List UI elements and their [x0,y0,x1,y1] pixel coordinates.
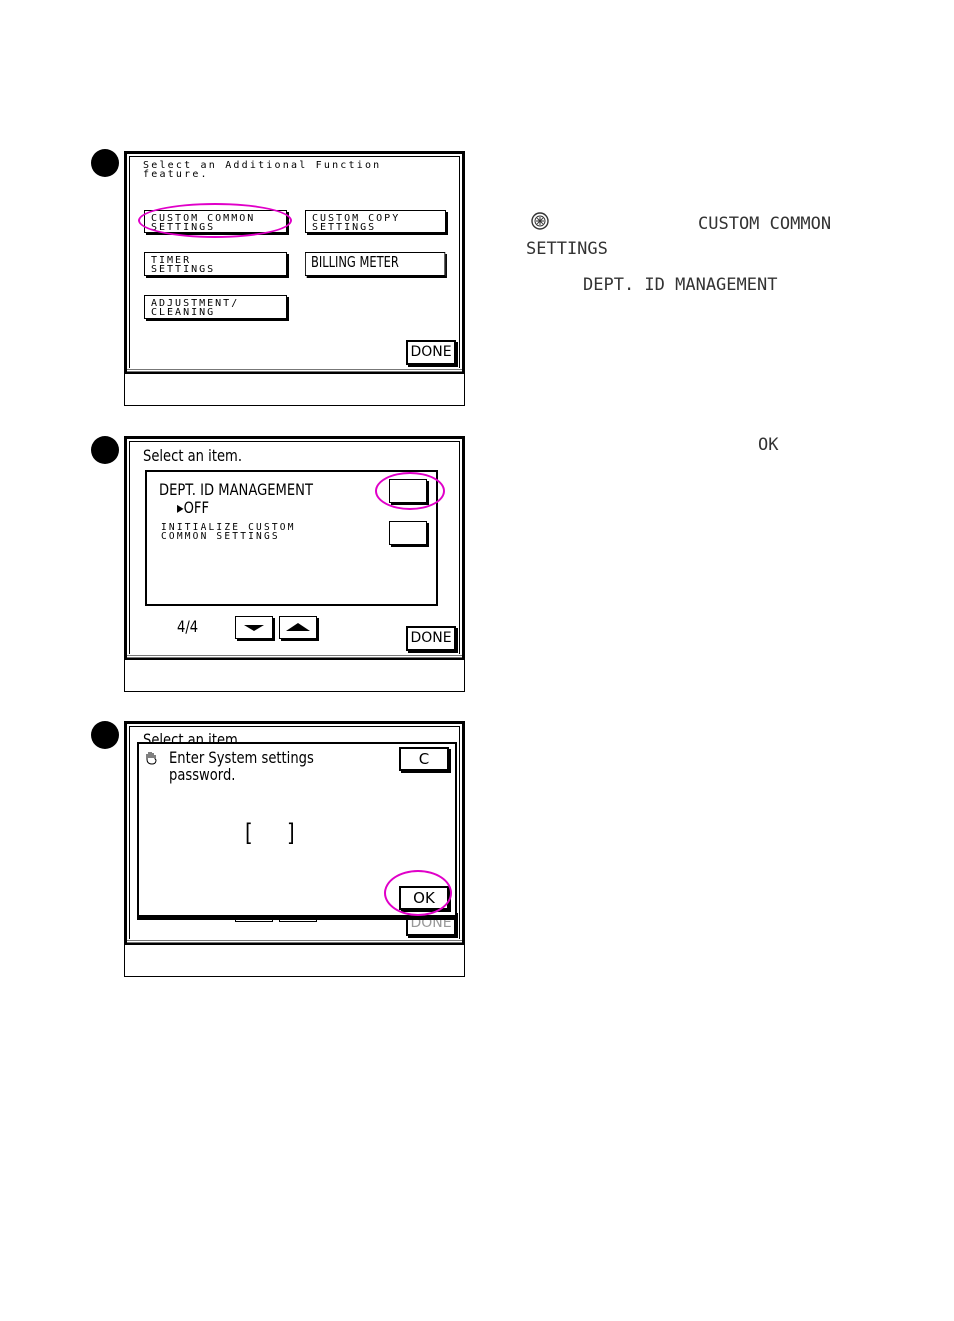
adjustment-cleaning-button[interactable]: ADJUSTMENT/ CLEANING [144,295,287,319]
scroll-up-button[interactable] [279,616,317,639]
done-button[interactable]: DONE [406,626,456,651]
highlight-ellipse-dept-id [375,472,445,510]
settings-key-icon [531,212,549,230]
step-2-prompt: Select an item. [143,446,242,465]
password-bracket-left: [ [245,819,253,847]
timer-settings-button[interactable]: TIMER SETTINGS [144,252,287,276]
highlight-ellipse-custom-common [138,203,292,238]
instruction-settings: SETTINGS [526,239,608,259]
instruction-dept-id: DEPT. ID MANAGEMENT [583,275,778,295]
step-2-screen: Select an item. DEPT. ID MANAGEMENT ▸OFF… [125,437,464,660]
screen-bottom-strip [127,368,462,372]
password-bracket-right: ] [287,819,295,847]
arrow-up-icon [286,623,310,631]
dept-id-management-label: DEPT. ID MANAGEMENT [159,480,313,499]
scroll-down-button[interactable] [235,616,273,639]
billing-meter-button[interactable]: BILLING METER [305,252,446,276]
page-indicator: 4/4 [177,617,199,636]
done-button[interactable]: DONE [406,340,456,365]
step-3-panel: Select an item. DONE Enter System settin… [124,721,465,977]
billing-meter-label: BILLING METER [310,253,399,271]
initialize-custom-label: INITIALIZE CUSTOM COMMON SETTINGS [161,522,296,542]
dialog-line-2: password. [169,765,236,784]
screen-bottom-strip [127,939,462,943]
step-3-marker [91,721,119,749]
hand-icon [144,750,160,766]
step-1-panel: Select an Additional Function feature. C… [124,151,465,406]
password-input[interactable] [257,822,285,846]
screen-bottom-strip [127,654,462,658]
arrow-down-icon [244,625,264,631]
dept-id-management-value: ▸OFF [177,498,210,517]
step-2-panel: Select an item. DEPT. ID MANAGEMENT ▸OFF… [124,436,465,692]
step-2-marker [91,436,119,464]
step-1-marker [91,149,119,177]
custom-copy-settings-button[interactable]: CUSTOM COPY SETTINGS [305,210,446,233]
highlight-ellipse-ok [384,870,452,916]
instruction-ok: OK [758,435,779,455]
initialize-custom-button[interactable] [389,521,427,545]
clear-button[interactable]: C [399,747,449,771]
step-1-screen: Select an Additional Function feature. C… [125,152,464,374]
step-1-prompt: Select an Additional Function feature. [143,160,382,180]
instruction-custom-common: CUSTOM COMMON [698,214,832,234]
